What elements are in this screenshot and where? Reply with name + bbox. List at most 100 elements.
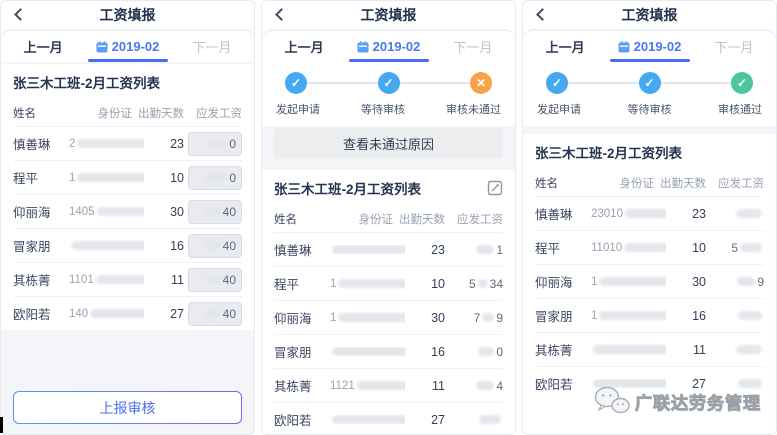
edit-icon[interactable] [487,180,503,196]
tab-prev-month[interactable]: 上一月 [1,37,85,56]
calendar-icon [357,41,369,53]
worker-name: 冒家朋 [535,306,591,325]
salary-cell: 0 [445,345,503,359]
col-days: 出勤天数 [393,211,445,227]
step-label-apply: 发起申请 [276,101,320,117]
salary-cell: 9 [706,275,764,289]
back-icon[interactable] [536,8,549,21]
redacted-id [332,347,405,356]
worker-id: 11010 [591,242,666,254]
redacted-salary [205,275,221,284]
tab-next-month[interactable]: 下一月 [431,37,515,56]
screen-edge-artifact [0,417,3,433]
view-reason-button[interactable]: 查看未通过原因 [274,128,503,158]
attendance-days: 23 [144,137,184,151]
table-row: 程平 1 10 534 [274,266,503,300]
step-done-icon: ✓ [639,72,661,94]
worker-id: 112 [591,310,666,322]
watermark-brand: 广联达劳务管理 [635,389,761,414]
tab-next-month[interactable]: 下一月 [692,37,776,56]
worker-name: 慎善琳 [535,204,591,223]
redacted-id [338,313,405,322]
redacted-id [71,241,144,250]
col-days: 出勤天数 [654,175,706,191]
back-icon[interactable] [275,8,288,21]
attendance-days: 23 [666,207,706,221]
calendar-icon [96,41,108,53]
redacted-salary [205,309,221,318]
attendance-days: 27 [405,413,445,427]
attendance-days: 30 [666,275,706,289]
redacted-salary [476,381,494,390]
app-bar: 工资填报 [523,1,776,29]
salary-cell: 534 [445,277,503,291]
worker-name: 冒家朋 [13,236,69,255]
worker-id: 2 [69,240,144,252]
attendance-days: 10 [666,241,706,255]
redacted-salary [478,347,494,356]
list-title: 张三木工班-2月工资列表 [274,178,421,198]
worker-name: 程平 [13,168,69,187]
tab-current-month[interactable]: 2019-02 [85,39,169,54]
worker-name: 仰丽海 [13,202,69,221]
worker-name: 其栋菁 [13,270,69,289]
redacted-id [96,275,144,284]
salary-list: 张三木工班-2月工资列表 姓名 身份证 出勤天数 应发工资 慎善琳 2 23 0… [1,64,254,330]
worker-name: 其栋菁 [274,376,330,395]
col-id: 身份证 [591,175,654,191]
step-label-rejected: 审核未通过 [446,101,501,117]
redacted-id [77,173,144,182]
worker-name: 仰丽海 [535,272,591,291]
attendance-days: 23 [405,243,445,257]
redacted-salary [736,345,762,354]
worker-id: 023 [591,344,666,356]
attendance-days: 16 [405,345,445,359]
table-row: 其栋菁 023 11 [535,332,764,366]
phone-panel-rejected: 工资填报 上一月 2019-02 下一月 ✓ ✓ ✕ 发起申请 等待审 [261,0,516,435]
tab-prev-month[interactable]: 上一月 [262,37,346,56]
table-row: 仰丽海 1434 30 9 [535,264,764,298]
wechat-bubbles-icon [594,386,630,416]
worker-id [330,415,405,424]
screenshot-root: 工资填报 上一月 2019-02 下一月 张三木工班-2月工资列表 姓名 身份证… [0,0,777,435]
worker-id: 1121 [330,380,405,392]
worker-name: 欧阳若 [13,304,69,323]
step-label-apply: 发起申请 [537,101,581,117]
redacted-id [97,207,144,216]
tab-current-month[interactable]: 2019-02 [607,39,691,54]
salary-cell [706,345,764,354]
salary-cell: 5 [706,241,764,255]
approval-stepper: ✓ ✓ ✓ 发起申请 等待审核 审核通过 [523,62,776,126]
tab-current-month[interactable]: 2019-02 [346,39,430,54]
redacted-salary [740,243,762,252]
table-row: 冒家朋 112 16 [535,298,764,332]
table-header: 姓名 身份证 出勤天数 应发工资 [535,169,764,196]
attendance-days: 10 [405,277,445,291]
worker-id: 1434 [591,276,666,288]
salary-cell: 40 [184,302,242,326]
redacted-salary [478,279,488,288]
attendance-days: 16 [144,239,184,253]
tab-current-label: 2019-02 [373,39,421,54]
attendance-days: 30 [144,205,184,219]
salary-cell: 4 [445,379,503,393]
submit-review-button[interactable]: 上报审核 [13,391,242,424]
redacted-id [77,139,144,148]
page-title: 工资填报 [361,5,417,25]
app-bar: 工资填报 [1,1,254,29]
redacted-id [593,345,666,354]
worker-name: 其栋菁 [535,340,591,359]
approval-stepper: ✓ ✓ ✕ 发起申请 等待审核 审核未通过 [262,62,515,126]
worker-name: 程平 [274,274,330,293]
salary-cell [706,311,764,320]
tab-next-month[interactable]: 下一月 [170,37,254,56]
calendar-icon [618,41,630,53]
tab-prev-month[interactable]: 上一月 [523,37,607,56]
redacted-id [332,245,405,254]
panel-content: ✓ ✓ ✕ 发起申请 等待审核 审核未通过 查看未通过原因 张三木工班-2月工资… [262,62,515,434]
redacted-salary [205,241,221,250]
redacted-id [357,381,405,390]
back-icon[interactable] [14,8,27,21]
list-title: 张三木工班-2月工资列表 [13,72,160,92]
worker-name: 欧阳若 [274,410,330,429]
